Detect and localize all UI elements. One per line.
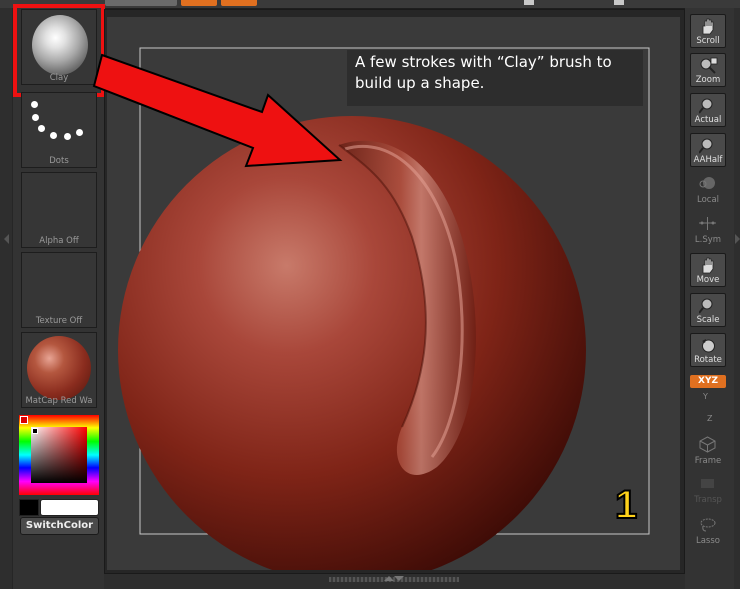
- scale-label: Scale: [696, 315, 720, 325]
- frame-label: Frame: [694, 456, 722, 466]
- lasso-icon: [700, 518, 716, 532]
- magnifier-icon: [699, 298, 713, 314]
- scale-button[interactable]: Scale: [690, 293, 726, 327]
- transparency-icon: [701, 479, 714, 488]
- scroll-label: Scroll: [696, 36, 720, 46]
- frame-button[interactable]: Frame: [690, 433, 726, 467]
- red-arrow-icon: [92, 53, 343, 168]
- zoom-button[interactable]: Zoom: [690, 53, 726, 87]
- hand-icon: [702, 257, 714, 274]
- xyz-toggle[interactable]: XYZ: [690, 375, 726, 388]
- lasso-label: Lasso: [695, 536, 720, 546]
- bottom-tray-strip[interactable]: [104, 574, 685, 589]
- rotate-button[interactable]: Rotate: [690, 333, 726, 367]
- aahalf-button[interactable]: AAHalf: [690, 133, 726, 167]
- transp-label: Transp: [694, 495, 722, 505]
- move-label: Move: [696, 275, 720, 285]
- step-number: 1: [614, 482, 638, 528]
- hand-icon: [702, 18, 714, 35]
- tray-up-arrow-icon[interactable]: [384, 576, 394, 581]
- actual-button[interactable]: Actual: [690, 93, 726, 127]
- lsym-button[interactable]: L.Sym: [690, 212, 726, 246]
- annotation-caption: A few strokes with “Clay” brush to build…: [347, 50, 643, 106]
- aahalf-label: AAHalf: [693, 155, 723, 165]
- cube-icon: [699, 436, 716, 453]
- local-button[interactable]: Local: [690, 172, 726, 206]
- scroll-button[interactable]: Scroll: [690, 14, 726, 48]
- rotate-icon: [702, 339, 715, 353]
- zoom-label: Zoom: [695, 75, 721, 85]
- z-axis-toggle[interactable]: Z: [707, 414, 712, 423]
- sphere-icon: [699, 177, 715, 189]
- tray-expand-icon[interactable]: [735, 234, 740, 244]
- actual-label: Actual: [694, 115, 722, 125]
- rotate-label: Rotate: [694, 355, 722, 365]
- move-button[interactable]: Move: [690, 253, 726, 287]
- transp-button[interactable]: Transp: [690, 472, 726, 506]
- lasso-button[interactable]: Lasso: [690, 513, 726, 547]
- lsym-label: L.Sym: [694, 235, 722, 245]
- local-label: Local: [696, 195, 720, 205]
- y-axis-toggle[interactable]: Y: [703, 392, 708, 401]
- zoom-icon: [700, 57, 718, 74]
- tray-down-arrow-icon[interactable]: [394, 576, 404, 581]
- symmetry-icon: [699, 217, 716, 230]
- magnifier-icon: [699, 138, 713, 154]
- magnifier-icon: [699, 98, 713, 114]
- right-edge-tray[interactable]: [734, 8, 740, 589]
